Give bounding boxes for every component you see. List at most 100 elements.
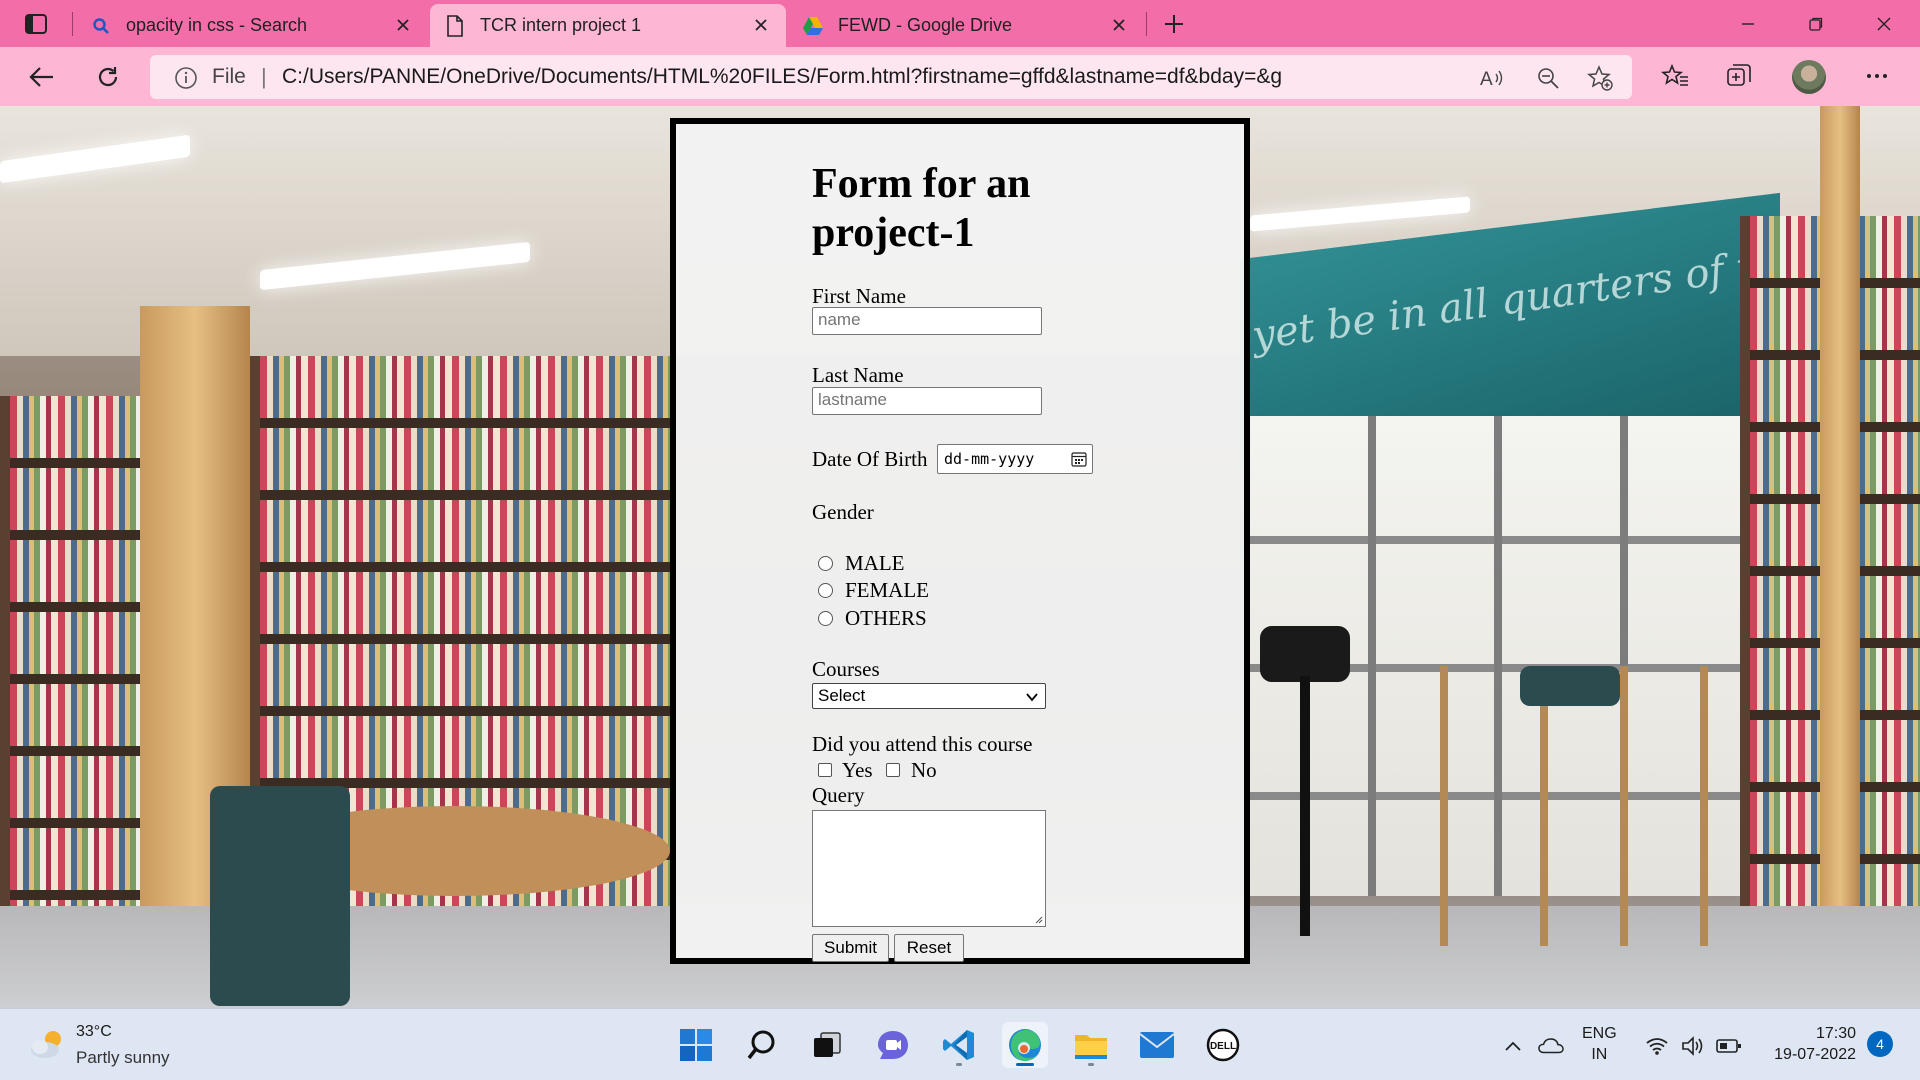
gender-male-radio[interactable] — [818, 556, 833, 571]
calendar-icon[interactable] — [1071, 451, 1087, 467]
info-icon[interactable] — [174, 66, 198, 90]
stool-leg — [1440, 666, 1448, 946]
submit-button[interactable]: Submit — [812, 934, 889, 962]
read-aloud-icon[interactable]: A — [1478, 64, 1506, 92]
resize-grip-icon[interactable] — [1033, 914, 1043, 924]
tab-title: opacity in css - Search — [126, 15, 308, 35]
weather-temperature[interactable]: 33°C — [76, 1023, 112, 1041]
tab-actions-button[interactable] — [14, 8, 58, 40]
volume-icon[interactable] — [1680, 1033, 1706, 1059]
file-explorer-button[interactable] — [1068, 1022, 1114, 1068]
address-bar[interactable]: File | C:/Users/PANNE/OneDrive/Documents… — [150, 55, 1632, 99]
running-indicator — [1088, 1063, 1094, 1066]
courses-label: Courses — [812, 657, 880, 681]
close-window-button[interactable] — [1850, 0, 1918, 47]
attended-no-label: No — [911, 758, 937, 782]
edge-button[interactable] — [1002, 1022, 1048, 1068]
form-panel: Form for an project-1 First Name name La… — [670, 118, 1250, 964]
close-tab-icon[interactable] — [1108, 14, 1130, 36]
address-row: File | C:/Users/PANNE/OneDrive/Documents… — [0, 47, 1920, 106]
zoom-out-icon[interactable] — [1534, 64, 1562, 92]
battery-icon[interactable] — [1716, 1033, 1742, 1059]
file-explorer-icon — [1075, 1035, 1107, 1059]
mail-button[interactable] — [1134, 1022, 1180, 1068]
tab-title: TCR intern project 1 — [480, 15, 642, 35]
more-menu-button[interactable] — [1860, 59, 1894, 93]
profile-avatar[interactable] — [1792, 60, 1826, 94]
svg-text:DELL: DELL — [1210, 1041, 1236, 1052]
svg-text:A: A — [1480, 69, 1493, 90]
chevron-down-icon — [1026, 693, 1038, 702]
teams-chat-button[interactable] — [870, 1022, 916, 1068]
last-name-label: Last Name — [812, 363, 904, 387]
back-button[interactable] — [20, 55, 64, 99]
attended-yes-checkbox[interactable] — [818, 763, 832, 777]
stool-seat — [1520, 666, 1620, 706]
dob-input[interactable]: dd-mm-yyyy — [937, 444, 1093, 474]
language-code: ENG — [1582, 1025, 1617, 1042]
system-clock[interactable]: 17:30 19-07-2022 — [1760, 1023, 1856, 1065]
first-name-input[interactable]: name — [812, 307, 1042, 335]
first-name-label: First Name — [812, 284, 906, 308]
wifi-icon[interactable] — [1644, 1033, 1670, 1059]
clock-time: 17:30 — [1815, 1025, 1856, 1042]
google-drive-icon — [802, 15, 824, 37]
reload-icon — [98, 67, 118, 87]
new-tab-button[interactable] — [1156, 8, 1192, 40]
notification-badge[interactable]: 4 — [1867, 1031, 1893, 1057]
active-indicator — [1016, 1063, 1034, 1066]
gender-others-label: OTHERS — [845, 606, 927, 630]
reload-button[interactable] — [86, 55, 130, 99]
language-indicator[interactable]: ENG IN — [1582, 1023, 1617, 1065]
courses-selected: Select — [818, 686, 866, 705]
start-icon — [680, 1029, 712, 1061]
vscode-icon — [943, 1030, 974, 1060]
close-tab-icon[interactable] — [750, 14, 772, 36]
wooden-pillar — [1820, 106, 1860, 1006]
more-icon — [1867, 74, 1887, 78]
tray-overflow-icon[interactable] — [1500, 1033, 1526, 1059]
courses-select[interactable]: Select — [812, 683, 1046, 709]
tab-google-drive[interactable]: FEWD - Google Drive — [788, 4, 1144, 47]
minimize-button[interactable] — [1714, 0, 1782, 47]
restore-button[interactable] — [1782, 0, 1850, 47]
tab-active-project[interactable]: TCR intern project 1 — [430, 4, 786, 47]
taskbar-search-button[interactable] — [739, 1022, 785, 1068]
reset-button[interactable]: Reset — [894, 934, 964, 962]
weather-description[interactable]: Partly sunny — [76, 1048, 170, 1068]
vscode-button[interactable] — [936, 1022, 982, 1068]
close-icon — [1877, 17, 1891, 30]
stool-leg — [1540, 666, 1548, 946]
query-textarea[interactable] — [812, 810, 1046, 927]
tab-search[interactable]: opacity in css - Search — [76, 4, 428, 47]
last-name-input[interactable]: lastname — [812, 387, 1042, 415]
gender-male-label: MALE — [845, 551, 905, 575]
task-view-button[interactable] — [804, 1022, 850, 1068]
library-chair — [210, 786, 350, 1006]
dell-icon: DELL — [1206, 1028, 1240, 1062]
favorites-icon[interactable] — [1658, 59, 1692, 93]
gender-others-radio[interactable] — [818, 611, 833, 626]
tab-title: FEWD - Google Drive — [838, 15, 1013, 35]
gender-female-radio[interactable] — [818, 583, 833, 598]
attended-no-checkbox[interactable] — [886, 763, 900, 777]
dob-placeholder: dd-mm-yyyy — [944, 450, 1035, 468]
onedrive-icon[interactable] — [1538, 1033, 1564, 1059]
search-icon — [90, 15, 112, 37]
running-indicator — [956, 1063, 962, 1066]
edge-icon — [1009, 1029, 1041, 1061]
tab-bar: opacity in css - Search TCR intern proje… — [0, 0, 1920, 47]
start-button[interactable] — [673, 1022, 719, 1068]
add-favorite-icon[interactable] — [1586, 64, 1614, 92]
close-tab-icon[interactable] — [392, 14, 414, 36]
mail-icon — [1139, 1032, 1175, 1058]
task-view-icon — [814, 1032, 841, 1057]
teams-chat-icon — [878, 1031, 908, 1059]
back-arrow-icon — [29, 67, 53, 87]
dell-button[interactable]: DELL — [1200, 1022, 1246, 1068]
collections-icon[interactable] — [1722, 59, 1756, 93]
partly-sunny-icon[interactable] — [28, 1027, 68, 1061]
sign-post — [1300, 676, 1310, 936]
dob-label: Date Of Birth — [812, 447, 928, 471]
url-text[interactable]: C:/Users/PANNE/OneDrive/Documents/HTML%2… — [282, 65, 1282, 89]
